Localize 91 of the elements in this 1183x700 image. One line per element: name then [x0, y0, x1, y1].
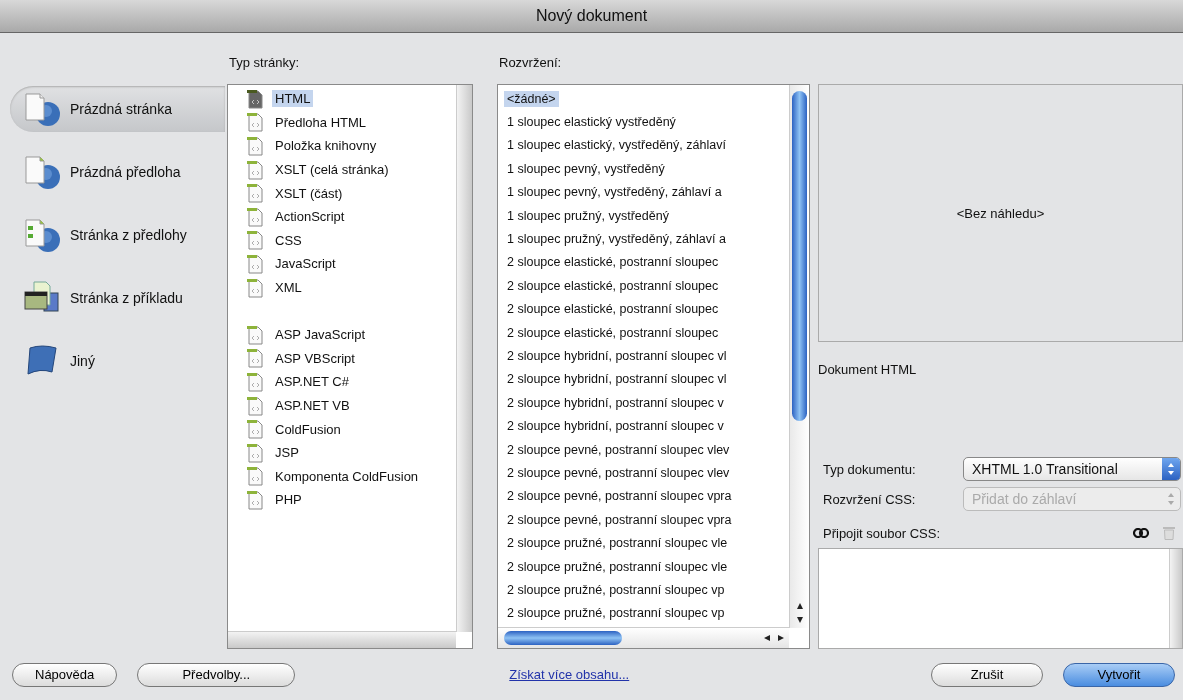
- window-title: Nový dokument: [535, 7, 648, 25]
- layout-item[interactable]: 1 sloupec elastický, vystředěný, záhlaví: [504, 137, 729, 154]
- file-icon: [246, 253, 264, 274]
- layout-item[interactable]: 1 sloupec pevný, vystředěný: [504, 160, 668, 177]
- file-icon: [246, 395, 264, 416]
- file-icon: [246, 136, 264, 156]
- file-icon: [246, 419, 264, 440]
- category-item[interactable]: Prázdná předloha: [10, 149, 225, 195]
- page-type-item[interactable]: Komponenta ColdFusion: [272, 467, 422, 485]
- scrollbar-track[interactable]: [456, 85, 472, 632]
- category-item[interactable]: Prázdná stránka: [10, 86, 225, 132]
- dialog-button[interactable]: Nápověda: [12, 662, 118, 687]
- file-icon: [246, 371, 264, 392]
- page-type-item[interactable]: ColdFusion: [272, 420, 344, 438]
- category-item[interactable]: Stránka z předlohy: [10, 212, 225, 258]
- layout-item[interactable]: 2 sloupce pevné, postranní sloupec vpra: [504, 488, 735, 505]
- file-icon: [246, 230, 264, 251]
- page-type-item[interactable]: ASP VBScript: [272, 349, 358, 367]
- layout-item[interactable]: 2 sloupce hybridní, postranní sloupec vl: [504, 348, 730, 364]
- page-type-item[interactable]: Položka knihovny: [272, 137, 380, 155]
- layout-item[interactable]: <žádné>: [504, 90, 559, 107]
- dialog-button[interactable]: Předvolby...: [137, 662, 296, 687]
- file-icon: [246, 183, 264, 204]
- page-type-item[interactable]: XSLT (celá stránka): [272, 161, 392, 179]
- page-type-item[interactable]: XSLT (část): [272, 184, 346, 202]
- page-type-item[interactable]: ActionScript: [272, 208, 348, 226]
- file-icon: [246, 489, 264, 510]
- layout-item[interactable]: 2 sloupce pružné, postranní sloupec vp: [504, 581, 728, 598]
- list-label: Rozvržení:: [499, 55, 562, 70]
- page-type-item[interactable]: JavaScript: [272, 255, 339, 273]
- layout-item[interactable]: 2 sloupce pevné, postranní sloupec vlev: [504, 464, 733, 481]
- stepper-icon: [1167, 492, 1175, 506]
- layout-item[interactable]: 2 sloupce elastické, postranní sloupec: [504, 324, 722, 341]
- link-icon[interactable]: [1133, 528, 1149, 538]
- layout-item[interactable]: 2 sloupce hybridní, postranní sloupec v: [504, 418, 727, 435]
- layout-item[interactable]: 1 sloupec pružný, vystředěný, záhlaví a: [504, 231, 729, 248]
- field-label: Typ dokumentu:: [823, 461, 917, 477]
- page-type-item[interactable]: ASP.NET VB: [272, 397, 353, 414]
- scroll-down-icon[interactable]: [795, 616, 804, 624]
- scrollbar-track[interactable]: [1169, 549, 1182, 648]
- file-icon: [246, 466, 264, 487]
- page-type-item[interactable]: Předloha HTML: [272, 113, 370, 131]
- horizontal-scrollbar[interactable]: [228, 631, 456, 648]
- file-icon: [246, 206, 264, 227]
- file-icon: [246, 159, 264, 180]
- field-label: Rozvržení CSS:: [823, 491, 917, 507]
- stepper-icon: [1167, 462, 1175, 476]
- template-page-icon: [22, 216, 62, 254]
- dialog-button[interactable]: Vytvořit: [1063, 662, 1175, 687]
- file-icon: [246, 277, 264, 298]
- dialog-button[interactable]: Zrušit: [931, 662, 1043, 687]
- layout-item[interactable]: 1 sloupec pevný, vystředěný, záhlaví a: [504, 184, 725, 201]
- layout-item[interactable]: 2 sloupce hybridní, postranní sloupec v: [504, 394, 727, 411]
- page-type-item[interactable]: JSP: [272, 444, 302, 462]
- layout-item[interactable]: 2 sloupce hybridní, postranní sloupec vl: [504, 371, 730, 388]
- file-icon: [246, 112, 264, 133]
- preview-panel: <Bez náhledu>: [818, 84, 1183, 342]
- layout-item[interactable]: 2 sloupce pevné, postranní sloupec vpra: [504, 511, 735, 528]
- layout-item[interactable]: 2 sloupce elastické, postranní sloupec: [504, 277, 722, 294]
- layout-item[interactable]: 2 sloupce elastické, postranní sloupec: [504, 254, 722, 271]
- more-content-link[interactable]: Získat více obsahu...: [509, 667, 630, 682]
- layout-item[interactable]: 2 sloupce pružné, postranní sloupec vle: [504, 558, 731, 575]
- page-type-item[interactable]: CSS: [272, 231, 305, 249]
- document-description: Dokument HTML: [818, 362, 917, 377]
- scroll-up-icon[interactable]: [795, 602, 804, 610]
- layout-item[interactable]: 2 sloupce pevné, postranní sloupec vlev: [504, 441, 733, 458]
- layout-item[interactable]: 1 sloupec pružný, vystředěný: [504, 207, 672, 224]
- scrollbar-thumb[interactable]: [504, 631, 622, 645]
- blank-page-icon: [22, 90, 62, 128]
- category-item[interactable]: Stránka z příkladu: [10, 275, 225, 321]
- select-field[interactable]: XHTML 1.0 Transitional: [963, 457, 1181, 481]
- scroll-right-icon[interactable]: [777, 634, 785, 642]
- page-type-item[interactable]: ASP.NET C#: [272, 373, 352, 391]
- page-type-item[interactable]: XML: [272, 279, 305, 297]
- field-label: Připojit soubor CSS:: [823, 525, 942, 541]
- file-icon: [246, 442, 264, 463]
- layout-item[interactable]: 2 sloupce elastické, postranní sloupec: [504, 301, 722, 318]
- scroll-left-icon[interactable]: [763, 634, 771, 642]
- blank-template-icon: [22, 153, 62, 191]
- file-icon: [246, 88, 264, 109]
- page-type-item[interactable]: HTML: [272, 90, 314, 108]
- page-type-item[interactable]: ASP JavaScript: [272, 326, 369, 344]
- layout-item[interactable]: 2 sloupce pružné, postranní sloupec vle: [504, 535, 731, 552]
- scrollbar-thumb[interactable]: [792, 91, 807, 421]
- file-icon: [246, 348, 264, 369]
- page-type-item[interactable]: PHP: [272, 491, 305, 509]
- layout-item[interactable]: 1 sloupec elastický vystředěný: [504, 114, 679, 131]
- file-icon: [246, 324, 264, 345]
- layout-item[interactable]: 2 sloupce pružné, postranní sloupec vp: [504, 605, 728, 622]
- list-label: Typ stránky:: [229, 55, 300, 70]
- category-item[interactable]: Jiný: [10, 338, 225, 384]
